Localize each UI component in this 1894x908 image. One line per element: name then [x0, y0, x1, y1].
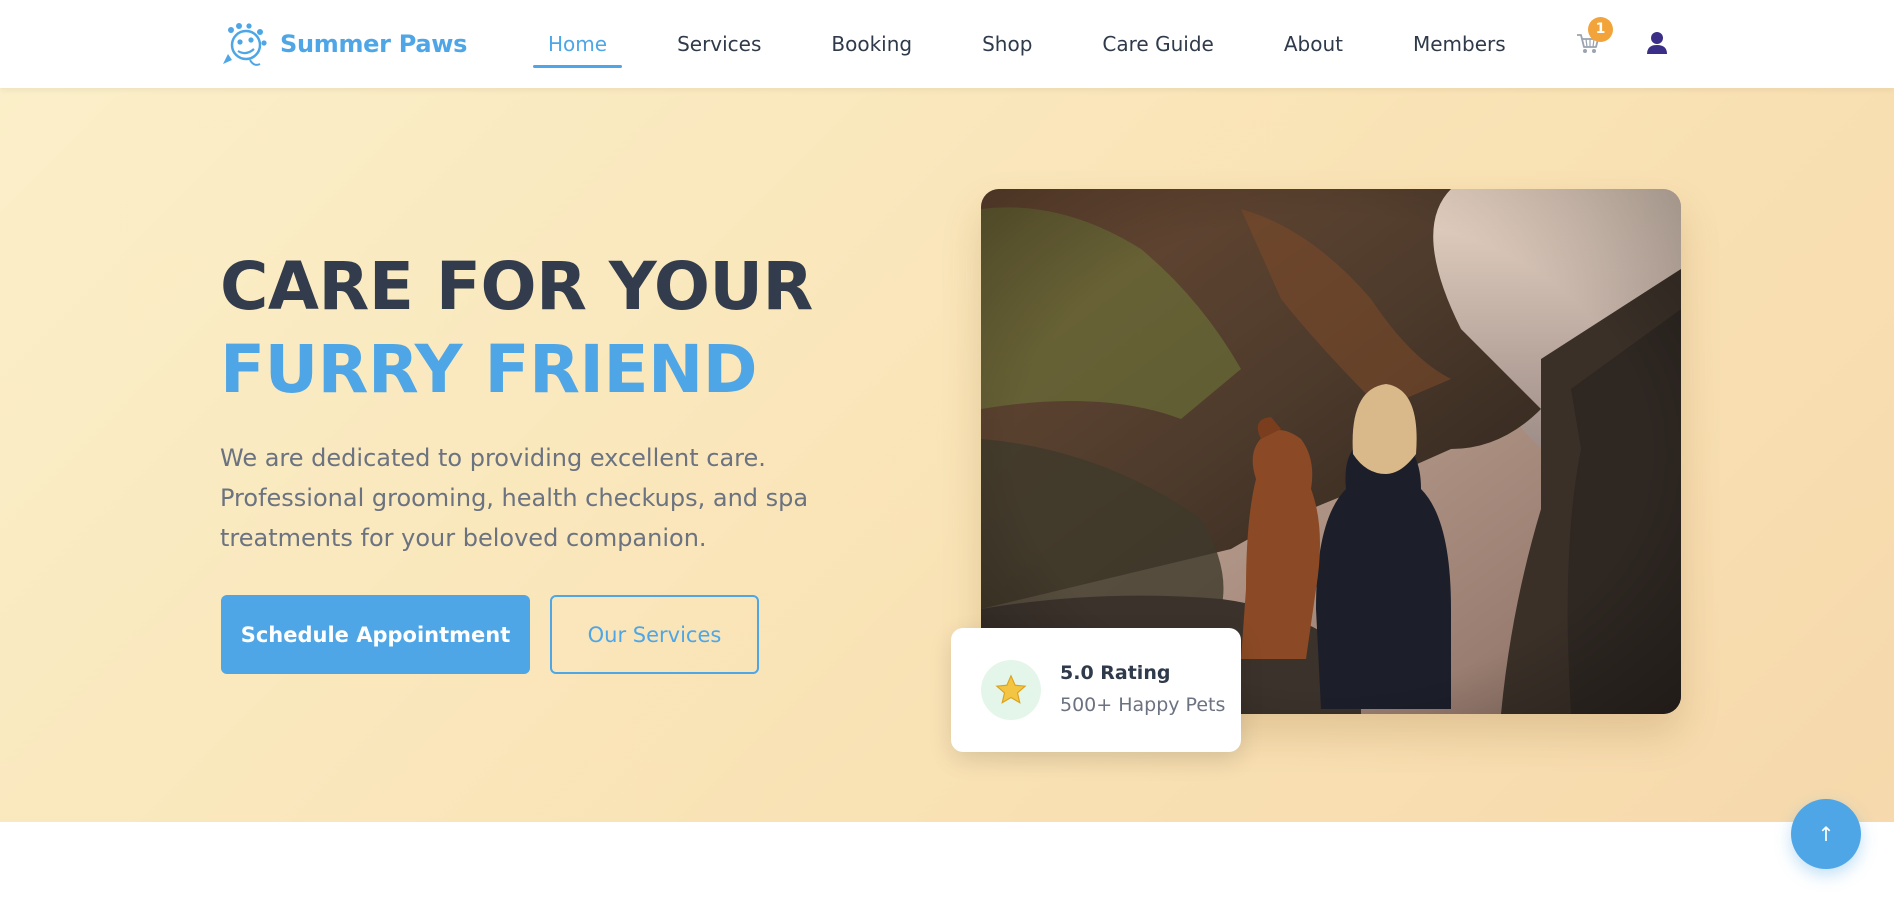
hero-title-line1: CARE FOR YOUR [220, 248, 813, 325]
hero-description: We are dedicated to providing excellent … [220, 444, 809, 552]
nav-item-services[interactable]: Services [662, 24, 776, 68]
rating-card: 5.0 Rating 500+ Happy Pets [951, 628, 1241, 752]
hero-title-line2: FURRY FRIEND [220, 331, 758, 408]
our-services-button[interactable]: Our Services [550, 595, 759, 674]
nav-item-care-guide[interactable]: Care Guide [1087, 24, 1228, 68]
site-header: Summer Paws Home Services Booking Shop C… [0, 0, 1894, 88]
nav-item-about[interactable]: About [1269, 24, 1358, 68]
hero-section: CARE FOR YOUR FURRY FRIEND We are dedica… [0, 88, 1894, 822]
rating-subtitle: 500+ Happy Pets [1060, 694, 1226, 716]
cart-count-badge: 1 [1588, 17, 1613, 42]
nav-item-booking[interactable]: Booking [816, 24, 927, 68]
brand-name: Summer Paws [280, 30, 468, 58]
brand-logo-link[interactable]: Summer Paws [220, 18, 467, 70]
schedule-appointment-button[interactable]: Schedule Appointment [221, 595, 530, 674]
user-icon[interactable] [1646, 31, 1668, 55]
back-to-top-button[interactable]: ↑ [1791, 799, 1861, 869]
paw-logo-icon [223, 23, 267, 66]
nav-item-members[interactable]: Members [1398, 24, 1521, 68]
star-icon [981, 660, 1041, 720]
rating-title: 5.0 Rating [1060, 662, 1171, 684]
main-nav: Home Services Booking Shop Care Guide Ab… [533, 24, 1521, 68]
nav-item-home[interactable]: Home [533, 24, 623, 68]
nav-item-shop[interactable]: Shop [967, 24, 1047, 68]
